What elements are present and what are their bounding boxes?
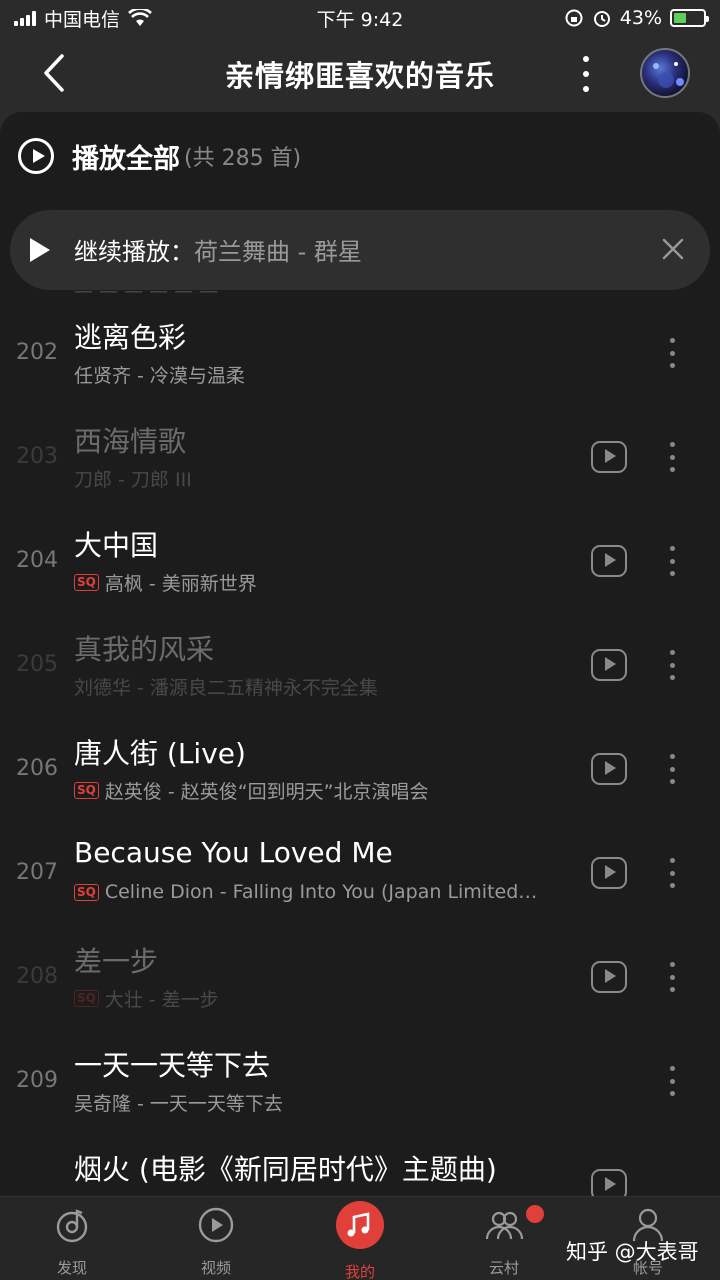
music-note-icon: [336, 1201, 384, 1249]
play-circle-icon: [18, 138, 54, 174]
song-title: 一天一天等下去: [74, 1049, 271, 1082]
tab-discover[interactable]: 发现: [22, 1205, 122, 1277]
play-icon: [30, 238, 50, 262]
close-icon[interactable]: [660, 236, 686, 262]
wifi-icon: [128, 9, 152, 26]
song-row[interactable]: 209 一天一天等下去吴奇隆 - 一天一天等下去: [0, 1032, 720, 1136]
status-bar: 中国电信 下午 9:42 43%: [0, 0, 720, 36]
track-number: 208: [16, 964, 58, 989]
track-number: 203: [16, 444, 58, 469]
resume-track: 荷兰舞曲 - 群星: [194, 238, 362, 266]
song-more-button[interactable]: [664, 650, 680, 680]
song-subtitle: SQ 高枫 - 美丽新世界: [74, 569, 257, 596]
song-more-button[interactable]: [664, 338, 680, 368]
sq-badge: SQ: [74, 574, 99, 591]
song-list-panel: 播放全部 (共 285 首) — — — — — — 202 逃离色彩 任贤齐 - …: [0, 112, 720, 1196]
video-play-icon[interactable]: [591, 857, 627, 889]
signal-icon: [14, 10, 36, 26]
song-title: 大中国: [74, 529, 159, 562]
song-row[interactable]: 204 大中国 SQ 高枫 - 美丽新世界: [0, 512, 720, 616]
play-all-button[interactable]: 播放全部 (共 285 首): [18, 136, 301, 176]
song-row[interactable]: 205 真我的风采刘德华 - 潘源良二五精神永不完全集: [0, 616, 720, 720]
song-subtitle: SQ 赵英俊 - 赵英俊“回到明天”北京演唱会: [74, 777, 428, 804]
song-title: 唐人街 (Live): [74, 737, 246, 770]
artist-album: 赵英俊 - 赵英俊“回到明天”北京演唱会: [104, 781, 429, 803]
song-title: 烟火 (电影《新同居时代》主题曲): [74, 1153, 497, 1186]
video-icon: [198, 1207, 234, 1243]
track-number: 209: [16, 1068, 58, 1093]
song-title: 真我的风采: [74, 633, 215, 666]
song-subtitle: 刀郎 - 刀郎 III: [74, 465, 192, 492]
song-subtitle: 刘德华 - 潘源良二五精神永不完全集: [74, 673, 378, 700]
song-subtitle: 任贤齐 - 冷漠与温柔: [74, 361, 245, 388]
song-subtitle: SQ Celine Dion - Falling Into You (Japan …: [74, 881, 537, 903]
song-row[interactable]: 207 Because You Loved Me SQ Celine Dion - F…: [0, 824, 720, 928]
video-play-icon[interactable]: [591, 1169, 627, 1196]
song-more-button[interactable]: [664, 546, 680, 576]
song-row[interactable]: 203 西海情歌刀郎 - 刀郎 III: [0, 408, 720, 512]
song-more-button[interactable]: [664, 858, 680, 888]
back-button[interactable]: [36, 50, 76, 96]
song-row[interactable]: 208 差一步 SQ 大壮 - 差一步: [0, 928, 720, 1032]
artist-album: Celine Dion - Falling Into You (Japan Li…: [104, 881, 538, 903]
tab-video[interactable]: 视频: [166, 1205, 266, 1277]
tab-my-music[interactable]: 我的: [310, 1201, 410, 1280]
artist-album: 大壮 - 差一步: [104, 989, 219, 1011]
tab-label: 云村: [488, 1259, 519, 1277]
song-title: 西海情歌: [74, 425, 187, 458]
artist-album: 吴奇隆 - 一天一天等下去: [74, 1093, 283, 1115]
track-number: 206: [16, 756, 58, 781]
page-title: 亲情绑匪喜欢的音乐: [224, 59, 495, 93]
artist-album: 任贤齐 - 冷漠与温柔: [74, 365, 245, 387]
song-subtitle: 吴奇隆 - 一天一天等下去: [74, 1089, 283, 1116]
discover-icon: [56, 1209, 88, 1243]
notification-badge: [526, 1205, 544, 1223]
alarm-icon: [593, 11, 610, 27]
song-more-button[interactable]: [664, 754, 680, 784]
resume-label: 继续播放：: [74, 238, 194, 266]
song-row[interactable]: 202 逃离色彩任贤齐 - 冷漠与温柔: [0, 304, 720, 408]
video-play-icon[interactable]: [591, 545, 627, 577]
resume-playback-bar[interactable]: 继续播放：荷兰舞曲 - 群星: [10, 210, 710, 290]
video-play-icon[interactable]: [591, 961, 627, 993]
tab-label: 发现: [56, 1259, 87, 1277]
track-number: 207: [16, 860, 58, 885]
track-number: 204: [16, 548, 58, 573]
song-count: (共 285 首): [184, 146, 302, 171]
song-more-button[interactable]: [664, 962, 680, 992]
artist-album: 刀郎 - 刀郎 III: [74, 469, 192, 491]
track-number: 202: [16, 340, 58, 365]
rotation-lock-icon: [565, 9, 583, 27]
watermark: 知乎 @大表哥: [566, 1240, 699, 1264]
song-more-button[interactable]: [664, 1066, 680, 1096]
sq-badge: SQ: [74, 782, 99, 799]
artist-album: 高枫 - 美丽新世界: [104, 573, 257, 595]
more-options-button[interactable]: [574, 52, 598, 96]
video-play-icon[interactable]: [591, 753, 627, 785]
carrier-label: 中国电信: [44, 8, 121, 31]
song-subtitle: SQ 大壮 - 差一步: [74, 985, 219, 1012]
community-icon: [485, 1211, 524, 1240]
track-number: 205: [16, 652, 58, 677]
header: 亲情绑匪喜欢的音乐: [0, 36, 720, 112]
artist-album: 刘德华 - 潘源良二五精神永不完全集: [74, 677, 378, 699]
tab-label: 视频: [200, 1259, 231, 1277]
video-play-icon[interactable]: [591, 441, 627, 473]
song-title: Because You Loved Me: [74, 836, 393, 869]
video-play-icon[interactable]: [591, 649, 627, 681]
play-all-label: 播放全部: [72, 143, 180, 175]
song-title: 差一步: [74, 945, 159, 978]
song-row[interactable]: 烟火 (电影《新同居时代》主题曲): [0, 1136, 720, 1196]
song-more-button[interactable]: [664, 442, 680, 472]
avatar[interactable]: [640, 48, 690, 98]
battery-icon: [670, 9, 709, 27]
sq-badge: SQ: [74, 990, 99, 1007]
battery-percent: 43%: [619, 7, 662, 29]
song-title: 逃离色彩: [74, 321, 187, 354]
song-row[interactable]: 206 唐人街 (Live) SQ 赵英俊 - 赵英俊“回到明天”北京演唱会: [0, 720, 720, 824]
tab-label: 我的: [344, 1263, 375, 1280]
sq-badge: SQ: [74, 883, 99, 901]
